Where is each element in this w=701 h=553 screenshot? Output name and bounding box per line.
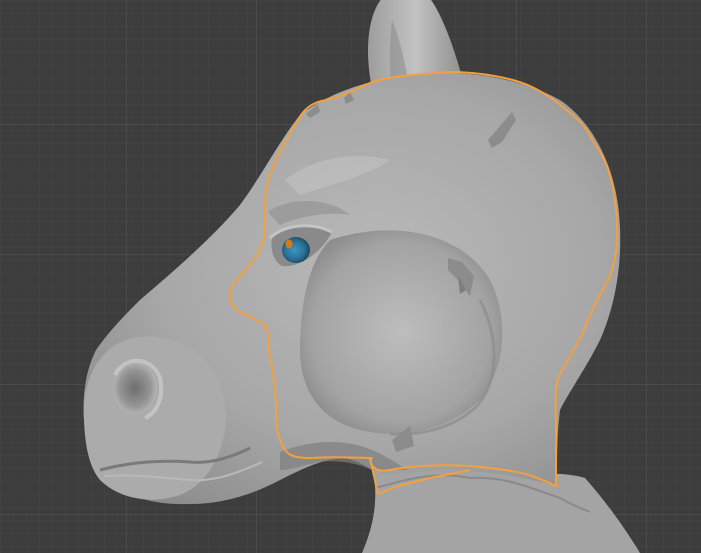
eye-highlight bbox=[285, 239, 293, 249]
3d-viewport[interactable] bbox=[0, 0, 701, 553]
eye-iris bbox=[282, 237, 310, 263]
viewport-canvas[interactable] bbox=[0, 0, 701, 553]
cheek-mass bbox=[300, 230, 503, 434]
